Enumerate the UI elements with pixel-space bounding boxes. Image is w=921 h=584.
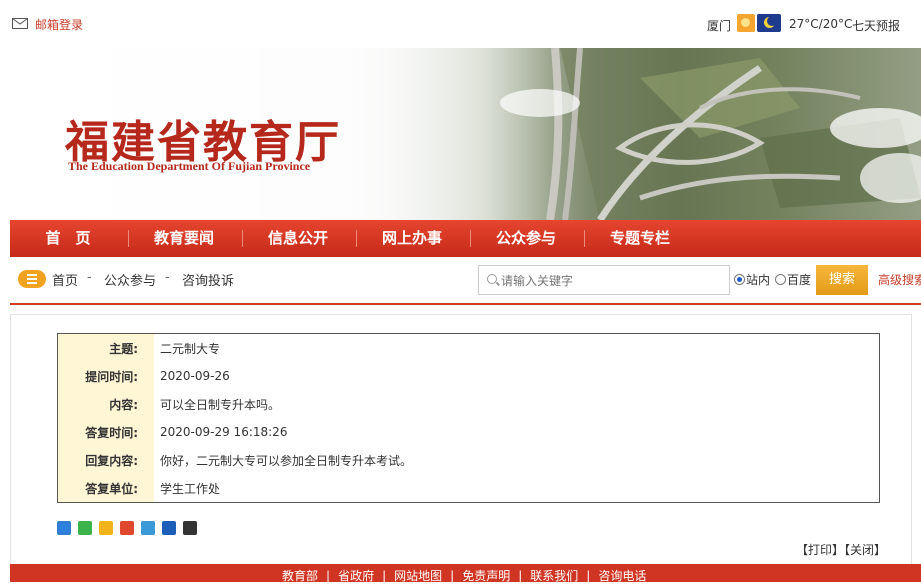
table-row: 答复时间: 2020-09-29 16:18:26 [57, 418, 880, 446]
print-button[interactable]: 【打印】 [796, 543, 844, 557]
search-button[interactable]: 搜索 [816, 265, 868, 295]
footer-link-provincial-gov[interactable]: 省政府 [338, 569, 374, 583]
breadcrumb-separator: - [165, 270, 170, 285]
reply-unit-value: 学生工作处 [160, 481, 221, 496]
site-subtitle: The Education Department Of Fujian Provi… [68, 159, 311, 173]
footer-link-hotline[interactable]: 咨询电话 [598, 569, 646, 583]
breadcrumb-search-bar: 首页 - 公众参与 - 咨询投诉 站内 百度 搜索 高级搜索 [10, 257, 921, 305]
nav-divider [356, 230, 357, 247]
reply-time-label: 答复时间: [57, 418, 154, 446]
list-menu-icon [18, 270, 46, 288]
reply-content-label: 回复内容: [57, 446, 154, 474]
search-icon [487, 274, 497, 284]
breadcrumb-public-participation[interactable]: 公众参与 [104, 270, 156, 289]
table-row: 内容: 可以全日制专升本吗。 [57, 390, 880, 418]
table-row: 答复单位: 学生工作处 [57, 474, 880, 503]
weibo-icon[interactable] [120, 521, 134, 535]
mail-login-link[interactable]: 邮箱登录 [35, 16, 83, 33]
tencent-weibo-icon[interactable] [141, 521, 155, 535]
content-value: 可以全日制专升本吗。 [160, 397, 281, 412]
nav-special-topics[interactable]: 专题专栏 [596, 220, 684, 257]
top-bar: 邮箱登录 厦门 27°C/20°C 七天预报 [0, 0, 921, 48]
nav-divider [242, 230, 243, 247]
nav-education-news[interactable]: 教育要闻 [140, 220, 228, 257]
content-label: 内容: [57, 390, 154, 418]
subject-label: 主题: [57, 333, 154, 362]
close-button[interactable]: 【关闭】 [844, 543, 886, 557]
subject-value: 二元制大专 [160, 341, 221, 356]
scope-site-radio[interactable] [734, 274, 745, 285]
reply-time-value: 2020-09-29 16:18:26 [160, 425, 288, 439]
night-weather-icon [757, 14, 781, 32]
breadcrumb-separator: - [87, 270, 92, 285]
nav-info-disclosure[interactable]: 信息公开 [254, 220, 342, 257]
table-row: 回复内容: 你好，二元制大专可以参加全日制专升本考试。 [57, 446, 880, 474]
wechat-icon[interactable] [78, 521, 92, 535]
scope-site-label: 站内 [746, 273, 771, 287]
nav-divider [128, 230, 129, 247]
question-time-label: 提问时间: [57, 362, 154, 390]
scope-baidu-label: 百度 [787, 273, 812, 287]
sunny-weather-icon [737, 14, 755, 32]
forecast-link[interactable]: 七天预报 [852, 17, 900, 34]
nav-online-services[interactable]: 网上办事 [368, 220, 456, 257]
reply-unit-label: 答复单位: [57, 474, 154, 503]
qzone-icon[interactable] [99, 521, 113, 535]
table-row: 主题: 二元制大专 [57, 333, 880, 362]
footer-link-disclaimer[interactable]: 免责声明 [462, 569, 510, 583]
search-input[interactable] [499, 270, 723, 292]
nav-home[interactable]: 首 页 [28, 220, 108, 257]
footer-link-moe[interactable]: 教育部 [282, 569, 318, 583]
footer-links: 教育部 | 省政府 | 网站地图 | 免责声明 | 联系我们 | 咨询电话 [282, 569, 647, 583]
footer-link-contact[interactable]: 联系我们 [530, 569, 578, 583]
scope-baidu-radio[interactable] [775, 274, 786, 285]
breadcrumb-home[interactable]: 首页 [52, 270, 78, 289]
nav-divider [584, 230, 585, 247]
mail-icon [12, 18, 28, 29]
advanced-search-link[interactable]: 高级搜索 [878, 271, 921, 288]
temperature-text: 27°C/20°C [789, 17, 853, 31]
header-banner: 福建省教育厅 The Education Department Of Fujia… [0, 48, 921, 220]
qq-icon[interactable] [183, 521, 197, 535]
table-row: 提问时间: 2020-09-26 [57, 362, 880, 390]
reply-content-value: 你好，二元制大专可以参加全日制专升本考试。 [160, 453, 413, 468]
footer: 教育部 | 省政府 | 网站地图 | 免责声明 | 联系我们 | 咨询电话 [10, 564, 921, 583]
renren-icon[interactable] [162, 521, 176, 535]
consultation-detail: 主题: 二元制大专 提问时间: 2020-09-26 内容: 可以全日制专升本吗… [10, 314, 912, 566]
city-name: 厦门 [707, 19, 732, 33]
nav-divider [470, 230, 471, 247]
search-box[interactable] [478, 265, 730, 295]
nav-public-participation[interactable]: 公众参与 [482, 220, 570, 257]
breadcrumb-current: 咨询投诉 [182, 274, 235, 289]
qa-table: 主题: 二元制大专 提问时间: 2020-09-26 内容: 可以全日制专升本吗… [57, 333, 880, 503]
question-time-value: 2020-09-26 [160, 369, 230, 383]
page-actions: 【打印】【关闭】 [796, 541, 886, 558]
main-nav: 首 页 教育要闻 信息公开 网上办事 公众参与 专题专栏 [10, 220, 921, 257]
share-plus-icon[interactable] [57, 521, 71, 535]
footer-link-sitemap[interactable]: 网站地图 [394, 569, 442, 583]
